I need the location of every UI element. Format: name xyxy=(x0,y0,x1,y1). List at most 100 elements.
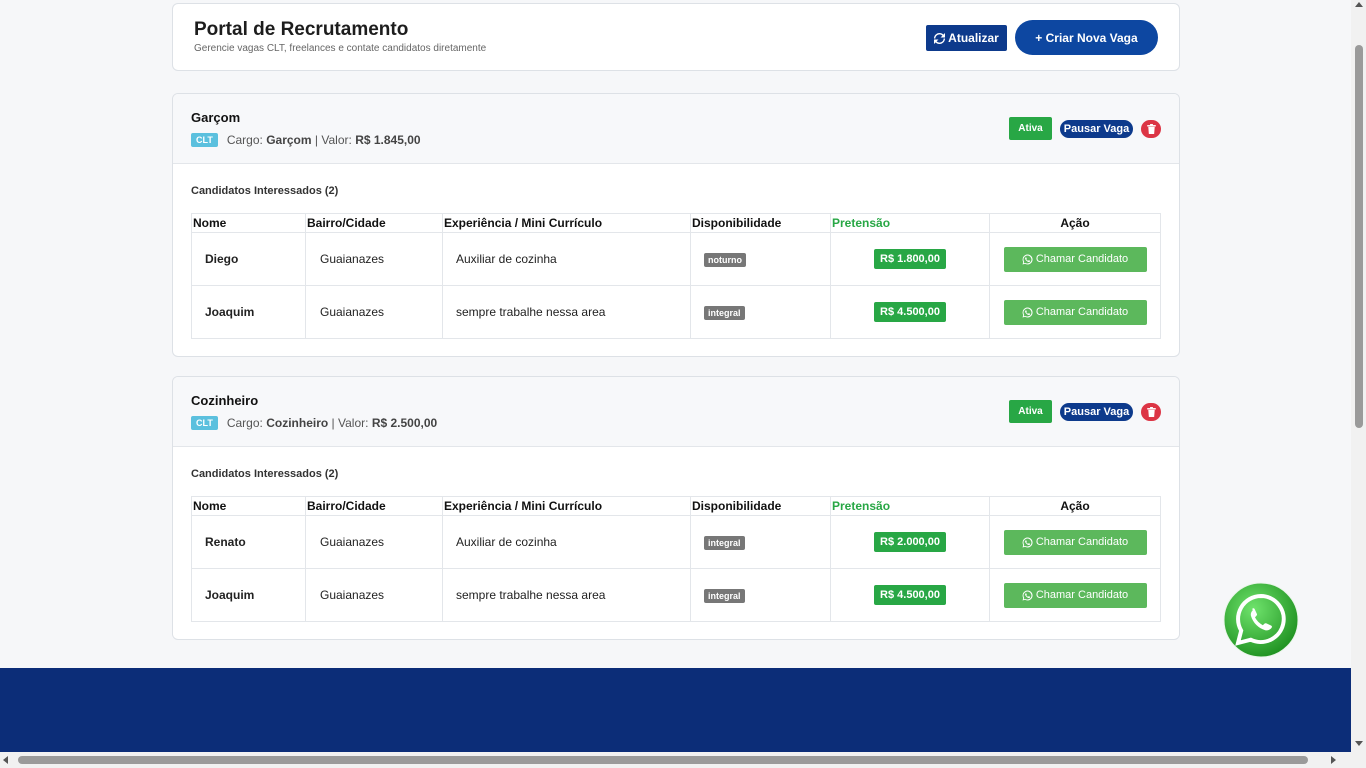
valor-label: Valor: xyxy=(321,133,352,147)
trash-icon xyxy=(1146,124,1156,134)
scroll-down-icon[interactable] xyxy=(1355,741,1363,746)
job-type-badge: CLT xyxy=(191,416,218,430)
disponibilidade-badge: integral xyxy=(704,535,745,550)
page-subtitle: Gerencie vagas CLT, freelances e contate… xyxy=(194,43,487,54)
table-header-row: Nome Bairro/Cidade Experiência / Mini Cu… xyxy=(191,213,1161,233)
candidate-experiencia: sempre trabalhe nessa area xyxy=(442,285,691,339)
col-acao: Ação xyxy=(989,213,1161,233)
whatsapp-icon xyxy=(1022,307,1033,317)
candidate-pretensao-cell: R$ 4.500,00 xyxy=(830,285,990,339)
vertical-scrollbar[interactable] xyxy=(1351,0,1366,752)
candidates-table: Nome Bairro/Cidade Experiência / Mini Cu… xyxy=(191,213,1161,339)
col-disponibilidade: Disponibilidade xyxy=(690,213,831,233)
candidate-pretensao-cell: R$ 1.800,00 xyxy=(830,232,990,286)
valor-value: R$ 2.500,00 xyxy=(371,416,438,430)
whatsapp-icon xyxy=(1223,582,1299,658)
disponibilidade-badge: noturno xyxy=(704,252,746,267)
whatsapp-icon xyxy=(1022,590,1033,600)
call-candidate-label: Chamar Candidato xyxy=(1035,306,1129,318)
meta-separator: | xyxy=(314,133,319,147)
job-type-badge: CLT xyxy=(191,133,218,147)
candidate-disponibilidade-cell: integral xyxy=(690,515,831,569)
candidate-experiencia: Auxiliar de cozinha xyxy=(442,232,691,286)
job-header: Cozinheiro CLT Cargo: Cozinheiro | Valor… xyxy=(173,377,1179,447)
pretensao-badge: R$ 4.500,00 xyxy=(874,585,946,605)
header-card: Portal de Recrutamento Gerencie vagas CL… xyxy=(172,3,1180,71)
job-title: Garçom xyxy=(191,110,241,125)
candidate-bairro: Guaianazes xyxy=(305,568,443,622)
candidates-title: Candidatos Interessados (2) xyxy=(191,185,339,197)
pause-job-button[interactable]: Pausar Vaga xyxy=(1060,120,1133,138)
job-title: Cozinheiro xyxy=(191,393,259,408)
candidate-name: Joaquim xyxy=(191,568,306,622)
refresh-button[interactable]: Atualizar xyxy=(926,25,1007,51)
candidate-disponibilidade-cell: noturno xyxy=(690,232,831,286)
table-row: Diego Guaianazes Auxiliar de cozinha not… xyxy=(191,232,1161,286)
table-row: Joaquim Guaianazes sempre trabalhe nessa… xyxy=(191,568,1161,622)
call-candidate-button[interactable]: Chamar Candidato xyxy=(1003,582,1147,608)
call-candidate-button[interactable]: Chamar Candidato xyxy=(1003,299,1147,325)
candidate-pretensao-cell: R$ 4.500,00 xyxy=(830,568,990,622)
candidate-acao-cell: Chamar Candidato xyxy=(989,285,1161,339)
col-bairro: Bairro/Cidade xyxy=(305,496,443,516)
pretensao-badge: R$ 2.000,00 xyxy=(874,532,946,552)
call-candidate-label: Chamar Candidato xyxy=(1035,536,1129,548)
col-acao: Ação xyxy=(989,496,1161,516)
candidate-name: Joaquim xyxy=(191,285,306,339)
whatsapp-float-button[interactable] xyxy=(1223,582,1299,658)
col-bairro: Bairro/Cidade xyxy=(305,213,443,233)
candidate-disponibilidade-cell: integral xyxy=(690,568,831,622)
candidates-table: Nome Bairro/Cidade Experiência / Mini Cu… xyxy=(191,496,1161,622)
call-candidate-label: Chamar Candidato xyxy=(1035,253,1129,265)
candidate-disponibilidade-cell: integral xyxy=(690,285,831,339)
disponibilidade-badge: integral xyxy=(704,305,745,320)
delete-job-button[interactable] xyxy=(1141,403,1161,421)
cargo-label: Cargo: xyxy=(226,133,263,147)
job-card: Garçom CLT Cargo: Garçom | Valor: R$ 1.8… xyxy=(172,93,1180,357)
horizontal-scroll-thumb[interactable] xyxy=(18,756,1308,764)
call-candidate-button[interactable]: Chamar Candidato xyxy=(1003,529,1147,555)
call-candidate-button[interactable]: Chamar Candidato xyxy=(1003,246,1147,272)
scroll-right-icon[interactable] xyxy=(1331,756,1336,764)
horizontal-scrollbar[interactable] xyxy=(0,752,1366,768)
meta-separator: | xyxy=(331,416,335,430)
refresh-icon xyxy=(934,32,946,44)
job-meta: CLT Cargo: Garçom | Valor: R$ 1.845,00 xyxy=(191,133,421,147)
create-job-button[interactable]: + Criar Nova Vaga xyxy=(1015,20,1158,55)
candidate-pretensao-cell: R$ 2.000,00 xyxy=(830,515,990,569)
call-candidate-label: Chamar Candidato xyxy=(1035,589,1129,601)
delete-job-button[interactable] xyxy=(1141,120,1161,138)
scroll-left-icon[interactable] xyxy=(3,756,8,764)
candidates-title: Candidatos Interessados (2) xyxy=(191,468,339,480)
job-meta: CLT Cargo: Cozinheiro | Valor: R$ 2.500,… xyxy=(191,416,437,430)
status-badge: Ativa xyxy=(1009,400,1052,423)
table-row: Renato Guaianazes Auxiliar de cozinha in… xyxy=(191,515,1161,569)
col-experiencia: Experiência / Mini Currículo xyxy=(442,496,691,516)
candidate-bairro: Guaianazes xyxy=(305,515,443,569)
valor-label: Valor: xyxy=(338,416,369,430)
footer xyxy=(0,668,1351,752)
whatsapp-icon xyxy=(1022,537,1033,547)
page-title: Portal de Recrutamento xyxy=(194,19,409,40)
col-pretensao: Pretensão xyxy=(830,496,990,516)
job-header: Garçom CLT Cargo: Garçom | Valor: R$ 1.8… xyxy=(173,94,1179,164)
candidate-name: Renato xyxy=(191,515,306,569)
scroll-up-icon[interactable] xyxy=(1355,2,1363,7)
col-disponibilidade: Disponibilidade xyxy=(690,496,831,516)
pause-job-button[interactable]: Pausar Vaga xyxy=(1060,403,1133,421)
cargo-value: Garçom xyxy=(266,133,312,147)
col-experiencia: Experiência / Mini Currículo xyxy=(442,213,691,233)
whatsapp-icon xyxy=(1022,254,1033,264)
page: Portal de Recrutamento Gerencie vagas CL… xyxy=(0,0,1351,752)
trash-icon xyxy=(1146,407,1156,417)
candidate-bairro: Guaianazes xyxy=(305,232,443,286)
table-row: Joaquim Guaianazes sempre trabalhe nessa… xyxy=(191,285,1161,339)
refresh-label: Atualizar xyxy=(948,31,999,45)
vertical-scroll-thumb[interactable] xyxy=(1355,45,1363,428)
cargo-label: Cargo: xyxy=(226,416,263,430)
col-pretensao: Pretensão xyxy=(830,213,990,233)
col-nome: Nome xyxy=(191,496,306,516)
candidate-experiencia: Auxiliar de cozinha xyxy=(442,515,691,569)
candidate-bairro: Guaianazes xyxy=(305,285,443,339)
cargo-value: Cozinheiro xyxy=(266,416,329,430)
